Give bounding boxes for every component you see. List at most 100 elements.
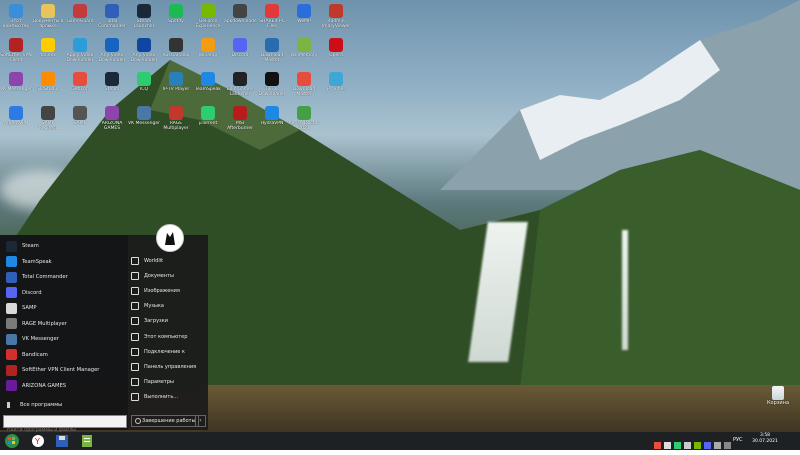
desktop-icon[interactable]: Any Video Downloader [128,36,160,72]
desktop-icon[interactable]: ARIZONA GAMES [96,104,128,140]
desktop-icon[interactable]: Radmin ImaryViewer [320,2,352,38]
start-menu-place[interactable]: Параметры [131,376,206,389]
desktop-icon-label: VK Messenger [128,121,160,126]
wolf-avatar-icon [165,232,175,245]
start-menu-place[interactable]: Изображения [131,284,206,297]
start-menu-place[interactable]: Этот компьютер [131,330,206,343]
desktop-icon[interactable]: RussiaRadio [160,36,192,72]
start-menu-item[interactable]: Steam [2,239,126,253]
recycle-bin-label: Корзина [766,400,790,406]
taskbar-clock[interactable]: 3:58 30.07.2021 [745,433,785,445]
desktop-icon[interactable]: HydraVPN [256,104,288,140]
desktop-icon[interactable]: GetIcon [64,70,96,106]
app-icon [169,4,183,18]
desktop-icon[interactable]: µTorrent [192,104,224,140]
app-icon [233,38,247,52]
start-menu-place[interactable]: Панель управления [131,360,206,373]
program-icon [6,302,17,314]
desktop-icon[interactable]: VK Messenger [0,70,32,106]
start-menu-item[interactable]: Total Commander [2,270,126,284]
start-menu-item[interactable]: SoftEther VPN Client Manager [2,363,126,377]
start-menu-item-label: ARIZONA GAMES [22,382,67,389]
start-menu-place[interactable]: Worldlit [131,254,206,267]
desktop-icon[interactable]: SAMP [64,104,96,140]
recycle-bin[interactable]: Корзина [764,386,792,406]
desktop-icon[interactable]: Yandex [32,36,64,72]
desktop-icon[interactable]: SoftEther VPN Client [0,36,32,72]
desktop-icon[interactable]: GameGuard [64,2,96,38]
start-menu-item[interactable]: Bandicam [2,348,126,362]
start-menu-item-label: TeamSpeak [22,258,52,265]
desktop-icon[interactable]: MSI Afterburner [224,104,256,140]
program-icon [6,271,17,283]
desktop-icon-label: ARIZONA GAMES [101,121,123,131]
start-menu-item[interactable]: TeamSpeak [2,255,126,269]
start-menu-place[interactable]: Документы [131,269,206,282]
start-menu-item[interactable]: Discord [2,286,126,300]
desktop-icon[interactable]: Opera [320,36,352,72]
user-avatar[interactable] [156,224,184,252]
start-menu-place-label: Этот компьютер [144,333,188,340]
desktop-icon-label: Spotify [168,19,184,24]
desktop-icon[interactable]: RAGE Multiplayer [160,104,192,140]
desktop-icon[interactable]: Download Master [256,36,288,72]
desktop-icon-label: HydraVPN [260,121,284,126]
start-menu-item[interactable]: ARIZONA GAMES [2,379,126,393]
start-button[interactable] [2,433,22,449]
desktop-icon[interactable]: SHAREit PC Files [256,2,288,38]
desktop-icon[interactable]: Proxifier [320,70,352,106]
app-icon [233,106,247,120]
desktop-icon[interactable]: Spotify [160,2,192,38]
desktop-icon[interactable]: GeForce Experience [192,2,224,38]
desktop-icon[interactable]: Total Commander [96,2,128,38]
desktop-icon[interactable]: Apply Video Downloader [64,36,96,72]
desktop-icon[interactable]: ICQ [128,70,160,106]
place-icon [131,362,139,371]
start-menu-place[interactable]: Загрузки [131,315,206,328]
program-icon [6,287,17,298]
desktop-icon-label: RAGE Multiplayer [163,121,189,131]
shutdown-button[interactable]: Завершение работы [131,415,199,427]
start-menu-item-label: VK Messenger [22,336,59,342]
shutdown-options-button[interactable]: › [195,415,206,427]
desktop-icon[interactable]: Winamp [192,36,224,72]
desktop-icon[interactable]: IP-TV Player [160,70,192,106]
desktop-icon[interactable]: Discord [224,36,256,72]
desktop-icon[interactable]: WinMemory [288,36,320,72]
desktop-icon[interactable]: apkdownloader [224,2,256,38]
start-search-field[interactable] [3,415,127,435]
start-menu-place-label: Загрузки [144,318,168,325]
desktop-icon[interactable]: WeMP [288,2,320,38]
program-icon [6,380,17,391]
start-menu-item[interactable]: SAMP [2,301,126,315]
start-menu-place[interactable]: Музыка [131,300,206,313]
desktop-icon-label: TeamSpeak [195,87,221,92]
desktop-icon[interactable]: Steam Launcher [128,2,160,38]
desktop-icon[interactable]: FL Studio [32,70,64,106]
program-icon [6,240,17,252]
start-menu-place[interactable]: Подключение к [131,345,206,358]
desktop-icon[interactable]: TeamSpeak [192,70,224,106]
desktop-icon[interactable]: ArgentVPN [0,104,32,140]
desktop-icon[interactable]: Kerish Doctor 2021 [288,104,320,140]
app-icon [169,38,183,52]
desktop-icon[interactable]: SAMP Redirect [32,104,64,140]
all-programs-button[interactable]: Все программы [2,399,126,411]
desktop-icon[interactable]: Epic Games Launcher [224,70,256,106]
desktop-icon[interactable]: Download Master [288,70,320,106]
desktop-icon[interactable]: Any Video Downloader [96,36,128,72]
language-indicator[interactable]: РУС [733,437,743,443]
taskbar-yandex-button[interactable]: Y [28,433,48,449]
app-icon [9,106,23,120]
desktop-icon[interactable]: Этот компьютер [0,2,32,38]
taskbar-total-commander-button[interactable] [52,433,72,449]
start-menu-item[interactable]: RAGE Multiplayer [2,317,126,331]
start-menu-place[interactable]: Выполнить... [131,391,206,404]
start-menu-item[interactable]: VK Messenger [2,332,126,346]
desktop-icon[interactable]: Документы в ярлыке [32,2,64,38]
desktop-icon[interactable]: VK Messenger [128,104,160,140]
taskbar-notepad-button[interactable] [77,433,97,449]
start-menu-item-label: SoftEther VPN Client Manager [22,367,100,373]
desktop-icon[interactable]: Steam [96,70,128,106]
desktop-icon[interactable]: TikTok Downloader [256,70,288,106]
